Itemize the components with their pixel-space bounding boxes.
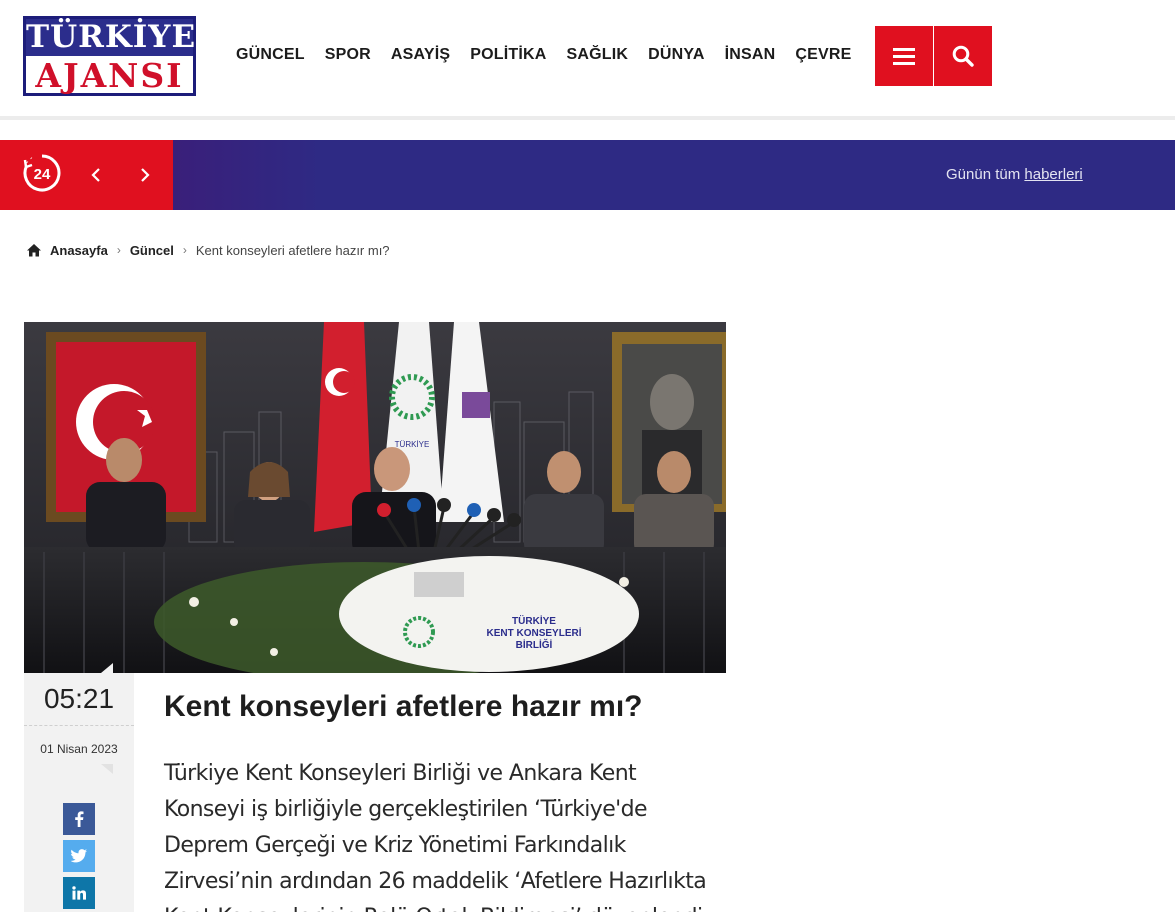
timestamp-divider xyxy=(24,725,134,726)
search-button[interactable] xyxy=(934,26,992,86)
clock-24-icon: 24 xyxy=(23,154,61,192)
news-ticker: 24 Günün tüm haberleri xyxy=(0,140,1175,210)
article-lead: Türkiye Kent Konseyleri Birliği ve Ankar… xyxy=(164,761,710,912)
timestamp-separator xyxy=(101,764,113,774)
linkedin-icon xyxy=(72,886,86,900)
chevron-left-icon xyxy=(91,168,100,182)
share-linkedin-button[interactable] xyxy=(63,877,95,909)
article-hero-image[interactable]: TÜRKİYE TÜRKİYE KENT KONSEYLERİ BİRLİĞİ xyxy=(24,322,726,673)
nav-item-dunya[interactable]: DÜNYA xyxy=(648,44,704,66)
chevron-right-icon: › xyxy=(116,243,121,257)
twitter-icon xyxy=(71,849,87,863)
ticker-fade xyxy=(173,140,323,210)
nav-item-politika[interactable]: POLİTİKA xyxy=(470,44,546,66)
nav-item-guncel[interactable]: GÜNCEL xyxy=(236,44,305,66)
breadcrumb-home[interactable]: Anasayfa xyxy=(50,243,108,258)
ticker-next-button[interactable] xyxy=(135,164,155,186)
today-prefix: Günün tüm xyxy=(946,166,1021,183)
breadcrumb-category[interactable]: Güncel xyxy=(130,243,174,258)
chevron-right-icon: › xyxy=(182,243,187,257)
share-facebook-button[interactable] xyxy=(63,803,95,835)
nav-item-saglik[interactable]: SAĞLIK xyxy=(567,44,629,66)
logo-line-1: TÜRKİYE xyxy=(26,19,197,56)
today-link[interactable]: haberleri xyxy=(1024,166,1082,183)
header-divider xyxy=(0,116,1175,120)
breadcrumb: Anasayfa › Güncel › Kent konseyleri afet… xyxy=(26,240,390,260)
banner-line-3: BİRLİĞİ xyxy=(516,638,553,651)
banner-line-2: KENT KONSEYLERİ xyxy=(486,626,581,639)
ticker-prev-button[interactable] xyxy=(86,164,106,186)
hero-photo: TÜRKİYE TÜRKİYE KENT KONSEYLERİ BİRLİĞİ xyxy=(24,322,726,673)
search-icon xyxy=(952,45,974,67)
badge-24-label: 24 xyxy=(34,166,51,183)
chevron-right-icon xyxy=(141,168,150,182)
timebox-notch xyxy=(101,663,113,673)
share-twitter-button[interactable] xyxy=(63,840,95,872)
nav-item-insan[interactable]: İNSAN xyxy=(725,44,776,66)
nav-item-asayis[interactable]: ASAYİŞ xyxy=(391,44,450,66)
logo-line-2: AJANSI xyxy=(26,59,193,93)
banner-line-1: TÜRKİYE xyxy=(512,614,556,627)
article-time: 05:21 xyxy=(43,683,115,714)
site-logo[interactable]: TÜRKİYE AJANSI xyxy=(23,16,196,96)
site-header: TÜRKİYE AJANSI GÜNCEL SPOR ASAYİŞ POLİTİ… xyxy=(0,0,1175,116)
hamburger-icon xyxy=(893,48,915,65)
facebook-icon xyxy=(75,811,84,827)
ticker-controls: 24 xyxy=(0,140,173,210)
nav-item-spor[interactable]: SPOR xyxy=(325,44,371,66)
menu-button[interactable] xyxy=(875,26,933,86)
today-news-link[interactable]: Günün tüm haberleri xyxy=(946,165,1083,185)
flag-left-label: TÜRKİYE xyxy=(395,440,430,449)
article-title: Kent konseyleri afetlere hazır mı? xyxy=(164,690,643,723)
main-nav: GÜNCEL SPOR ASAYİŞ POLİTİKA SAĞLIK DÜNYA… xyxy=(236,44,871,66)
home-icon xyxy=(27,244,41,257)
nav-item-cevre[interactable]: ÇEVRE xyxy=(795,44,851,66)
article-date: 01 Nisan 2023 xyxy=(40,742,118,756)
breadcrumb-current: Kent konseyleri afetlere hazır mı? xyxy=(195,242,390,258)
